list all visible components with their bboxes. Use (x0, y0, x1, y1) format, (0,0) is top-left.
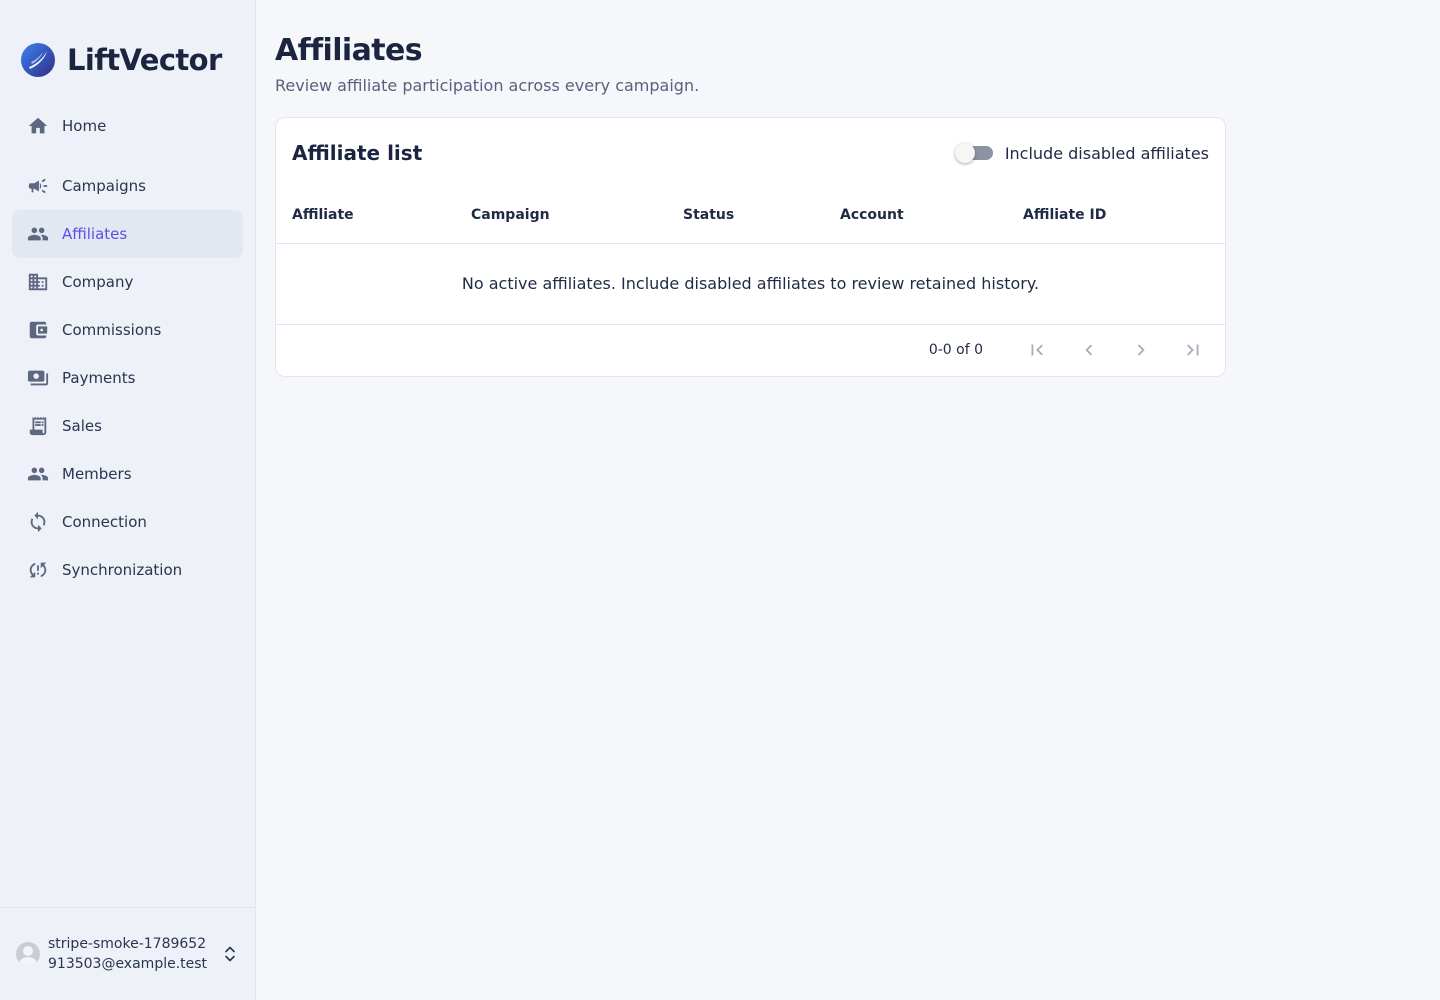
building-icon (26, 270, 50, 294)
empty-state-row: No active affiliates. Include disabled a… (276, 243, 1225, 325)
previous-page-button[interactable] (1069, 330, 1109, 370)
chevron-left-icon (1085, 344, 1093, 356)
column-header-account: Account (840, 188, 1023, 244)
sidebar-item-label: Home (62, 117, 107, 135)
sidebar-item-payments[interactable]: Payments (12, 354, 243, 402)
brand-logo-icon (21, 43, 55, 77)
avatar (16, 942, 40, 966)
people-icon (26, 462, 50, 486)
main-content: Affiliates Review affiliate participatio… (256, 0, 1440, 1000)
sidebar-item-company[interactable]: Company (12, 258, 243, 306)
page-title: Affiliates (275, 33, 423, 68)
next-page-button[interactable] (1121, 330, 1161, 370)
column-header-campaign: Campaign (471, 188, 683, 244)
sidebar-item-members[interactable]: Members (12, 450, 243, 498)
page-range: 0-0 of 0 (928, 342, 983, 358)
card-header: Affiliate list Include disabled affiliat… (276, 118, 1225, 188)
toggle-switch[interactable] (954, 143, 993, 163)
account-switcher[interactable]: stripe-smoke-1789652913503@example.test (0, 907, 255, 1000)
sidebar-item-home[interactable]: Home (12, 102, 243, 150)
first-page-button[interactable] (1017, 330, 1057, 370)
sidebar-item-label: Commissions (62, 321, 162, 339)
sidebar-item-label: Members (62, 465, 132, 483)
pagination: 0-0 of 0 (276, 325, 1225, 376)
sidebar-item-commissions[interactable]: Commissions (12, 306, 243, 354)
sidebar-item-label: Affiliates (62, 225, 128, 243)
home-icon (26, 114, 50, 138)
affiliate-table: Affiliate Campaign Status Account Affili… (276, 188, 1225, 325)
sidebar-item-affiliates[interactable]: Affiliates (12, 210, 243, 258)
brand[interactable]: LiftVector (0, 0, 255, 88)
app-root: LiftVector Home Campaigns Affiliates Com… (0, 0, 1440, 1000)
sidebar-item-sales[interactable]: Sales (12, 402, 243, 450)
page-subtitle: Review affiliate participation across ev… (275, 76, 700, 95)
receipt-icon (26, 414, 50, 438)
megaphone-icon (26, 174, 50, 198)
sidebar-item-label: Campaigns (62, 177, 147, 195)
sidebar-item-connection[interactable]: Connection (12, 498, 243, 546)
sync-problem-icon (26, 558, 50, 582)
sidebar-item-campaigns[interactable]: Campaigns (12, 162, 243, 210)
sidebar-item-label: Sales (62, 417, 102, 435)
account-email: stripe-smoke-1789652913503@example.test (48, 936, 208, 972)
empty-state-message: No active affiliates. Include disabled a… (276, 243, 1225, 325)
sidebar: LiftVector Home Campaigns Affiliates Com… (0, 0, 256, 1000)
payments-icon (26, 366, 50, 390)
brand-name: LiftVector (67, 43, 222, 77)
sidebar-item-synchronization[interactable]: Synchronization (12, 546, 243, 594)
column-header-affiliate: Affiliate (276, 188, 471, 244)
sync-icon (26, 510, 50, 534)
column-header-status: Status (683, 188, 840, 244)
wallet-icon (26, 318, 50, 342)
table-header-row: Affiliate Campaign Status Account Affili… (276, 188, 1225, 244)
last-page-button[interactable] (1173, 330, 1213, 370)
toggle-thumb (954, 143, 975, 163)
column-header-affiliate-id: Affiliate ID (1023, 188, 1225, 244)
people-icon (26, 222, 50, 246)
last-page-icon (1187, 344, 1199, 356)
chevron-right-icon (1137, 344, 1145, 356)
include-disabled-toggle[interactable]: Include disabled affiliates (954, 143, 1209, 163)
sidebar-nav: Home Campaigns Affiliates Company Commis… (0, 102, 255, 594)
unfold-icon[interactable] (222, 942, 238, 966)
affiliate-list-card: Affiliate list Include disabled affiliat… (275, 117, 1226, 377)
sidebar-item-label: Synchronization (62, 561, 183, 579)
sidebar-item-label: Company (62, 273, 134, 291)
first-page-icon (1031, 344, 1043, 356)
card-title: Affiliate list (292, 141, 423, 165)
sidebar-item-label: Payments (62, 369, 136, 387)
sidebar-item-label: Connection (62, 513, 147, 531)
toggle-label: Include disabled affiliates (1004, 143, 1209, 163)
